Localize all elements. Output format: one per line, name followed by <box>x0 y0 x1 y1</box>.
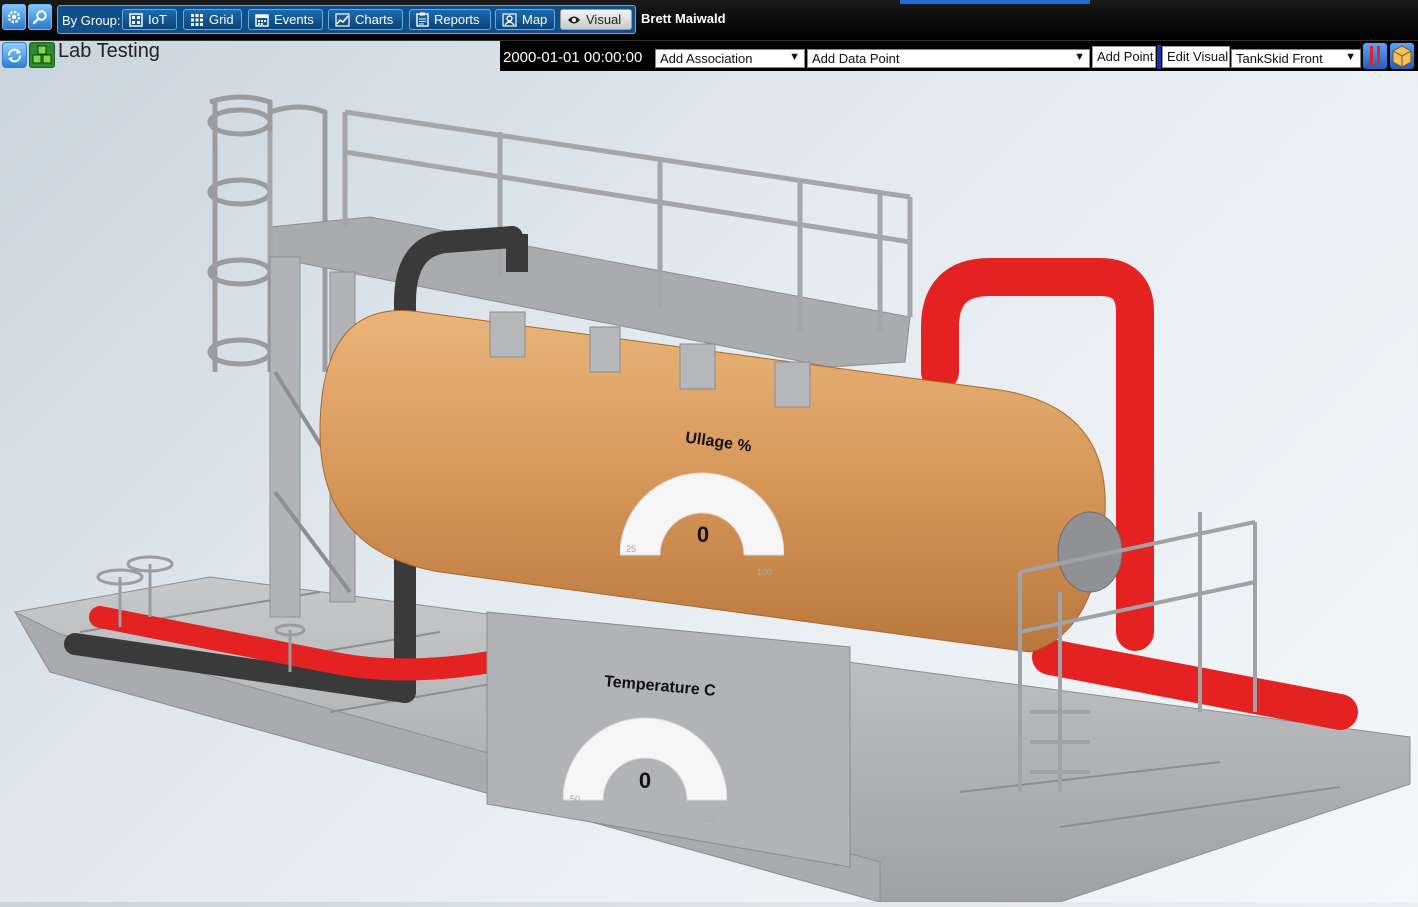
top-navigation-bar: By Group: IoT Grid Events Charts Reports… <box>0 0 1418 41</box>
box-icon <box>1392 45 1412 68</box>
nav-grid-label: Grid <box>209 12 234 27</box>
visual-toolbar: 2000-01-01 00:00:00 Add Association ▼ Ad… <box>500 41 1418 71</box>
add-data-point-select[interactable]: Add Data Point ▼ <box>807 49 1090 68</box>
ullage-gauge-value: 0 <box>696 522 710 547</box>
search-button[interactable] <box>28 4 52 30</box>
dropdown-arrow-icon: ▼ <box>1074 51 1085 63</box>
line-chart-icon <box>335 12 350 27</box>
add-association-select[interactable]: Add Association ▼ <box>655 49 805 68</box>
datetime-display[interactable]: 2000-01-01 00:00:00 <box>503 49 642 66</box>
iot-grid-icon <box>129 12 143 27</box>
nav-map-label: Map <box>522 12 548 27</box>
temperature-gauge-max: 60 <box>703 814 714 824</box>
refresh-button[interactable] <box>2 42 27 68</box>
top-accent-strip <box>900 0 1090 4</box>
nav-reports-label: Reports <box>434 12 480 27</box>
grid-icon <box>191 13 203 26</box>
edit-visual-button[interactable]: Edit Visual <box>1162 46 1230 68</box>
nav-iot-label: IoT <box>148 12 167 27</box>
add-point-label: Add Point <box>1097 49 1154 64</box>
add-data-point-value: Add Data Point <box>812 51 900 66</box>
nav-iot-button[interactable]: IoT <box>122 9 177 30</box>
package-button[interactable] <box>1390 43 1414 69</box>
group-navigation: By Group: IoT Grid Events Charts Reports… <box>57 5 636 34</box>
calendar-icon <box>255 13 269 27</box>
temperature-gauge-min: 50 <box>570 794 581 804</box>
nav-visual-button[interactable]: Visual <box>560 9 632 30</box>
nav-visual-label: Visual <box>586 12 622 27</box>
edit-visual-label: Edit Visual <box>1167 49 1229 64</box>
group-label: By Group: <box>62 13 121 28</box>
cubes-icon <box>32 45 52 64</box>
nav-charts-label: Charts <box>355 12 394 27</box>
nav-charts-button[interactable]: Charts <box>328 9 403 30</box>
gear-icon <box>7 10 21 24</box>
nav-grid-button[interactable]: Grid <box>183 9 242 30</box>
temperature-gauge-value: 0 <box>638 768 652 793</box>
visual-select-value: TankSkid Front <box>1236 51 1323 66</box>
nav-map-button[interactable]: Map <box>495 9 555 30</box>
user-name[interactable]: Brett Maiwald <box>641 11 726 26</box>
search-icon <box>32 10 47 25</box>
page-title: Lab Testing <box>58 40 160 62</box>
map-pin-icon <box>502 12 517 27</box>
nav-events-button[interactable]: Events <box>248 9 323 30</box>
toggle-view-button[interactable] <box>1363 43 1387 69</box>
eye-icon <box>568 16 580 23</box>
refresh-icon <box>8 48 21 62</box>
visual-scene: Ullage % 0 25 100 Temperature C 0 50 60 <box>0 72 1418 903</box>
bars-icon <box>1370 46 1380 66</box>
dropdown-arrow-icon: ▼ <box>789 51 800 63</box>
ullage-gauge-max: 100 <box>757 567 773 577</box>
dropdown-arrow-icon: ▼ <box>1345 51 1356 63</box>
group-tree-button[interactable] <box>29 42 55 68</box>
add-association-value: Add Association <box>660 51 753 66</box>
clipboard-icon <box>416 12 429 27</box>
add-point-button[interactable]: Add Point <box>1092 46 1156 68</box>
ullage-gauge-min: 25 <box>626 544 637 554</box>
nav-events-label: Events <box>274 12 314 27</box>
visual-select[interactable]: TankSkid Front ▼ <box>1231 49 1361 68</box>
settings-button[interactable] <box>2 4 26 30</box>
nav-reports-button[interactable]: Reports <box>409 9 491 30</box>
toolbar-divider <box>1157 45 1161 69</box>
